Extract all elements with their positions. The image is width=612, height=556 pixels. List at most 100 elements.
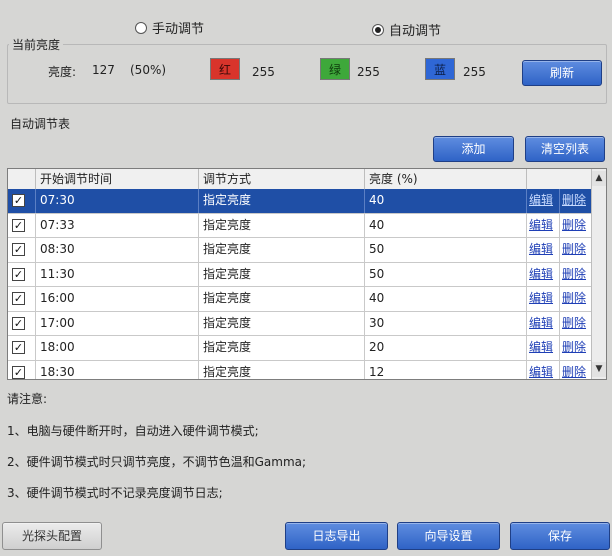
note-line-2: 2、硬件调节模式时只调节亮度，不调节色温和Gamma; <box>7 455 307 469</box>
row-delete-link[interactable]: 删除 <box>562 365 586 379</box>
row-check-cell[interactable]: ✓ <box>8 238 36 262</box>
row-check-cell[interactable]: ✓ <box>8 213 36 237</box>
row-delete-link[interactable]: 删除 <box>562 242 586 256</box>
export-log-button[interactable]: 日志导出 <box>285 522 388 550</box>
row-checkbox[interactable]: ✓ <box>12 218 25 232</box>
scroll-down-arrow-icon[interactable]: ▼ <box>592 362 606 377</box>
note-line-3: 3、硬件调节模式时不记录亮度调节日志; <box>7 486 223 500</box>
table-header: 开始调节时间 调节方式 亮度 (%) <box>8 169 592 190</box>
blue-value: 255 <box>463 65 486 79</box>
row-checkbox[interactable]: ✓ <box>12 194 25 208</box>
row-edit-link[interactable]: 编辑 <box>529 267 553 281</box>
row-edit-link[interactable]: 编辑 <box>529 291 553 305</box>
table-body: ✓ 07:30 指定亮度 40 编辑 删除 ✓ 07:33 指定亮度 40 编辑 删除 ✓ 08:30 指定… <box>8 189 592 379</box>
row-edit-link[interactable]: 编辑 <box>529 340 553 354</box>
save-button[interactable]: 保存 <box>510 522 610 550</box>
row-delete-link[interactable]: 删除 <box>562 340 586 354</box>
row-checkbox[interactable]: ✓ <box>12 243 25 257</box>
row-checkbox[interactable]: ✓ <box>12 292 25 306</box>
red-swatch: 红 <box>210 58 240 80</box>
row-edit-link[interactable]: 编辑 <box>529 316 553 330</box>
radio-indicator-selected <box>372 23 384 36</box>
header-brightness: 亮度 (%) <box>365 169 527 189</box>
row-checkbox[interactable]: ✓ <box>12 267 25 281</box>
table-row[interactable]: ✓ 17:00 指定亮度 30 编辑 删除 <box>8 311 592 336</box>
header-start-time: 开始调节时间 <box>36 169 199 189</box>
row-delete-link[interactable]: 删除 <box>562 218 586 232</box>
radio-indicator <box>135 21 147 34</box>
table-row[interactable]: ✓ 07:33 指定亮度 40 编辑 删除 <box>8 213 592 238</box>
wizard-settings-button[interactable]: 向导设置 <box>397 522 500 550</box>
refresh-button[interactable]: 刷新 <box>522 60 602 86</box>
row-edit-link[interactable]: 编辑 <box>529 193 553 207</box>
table-row[interactable]: ✓ 07:30 指定亮度 40 编辑 删除 <box>8 189 592 214</box>
row-time: 07:30 <box>36 189 199 213</box>
row-edit-link[interactable]: 编辑 <box>529 242 553 256</box>
row-check-cell[interactable]: ✓ <box>8 262 36 286</box>
green-swatch: 绿 <box>320 58 350 80</box>
current-brightness-title: 当前亮度 <box>9 36 64 53</box>
row-time: 17:00 <box>36 311 199 335</box>
auto-table-title: 自动调节表 <box>10 117 71 131</box>
row-brightness: 20 <box>365 336 527 360</box>
row-time: 07:33 <box>36 213 199 237</box>
blue-swatch: 蓝 <box>425 58 455 80</box>
table-row[interactable]: ✓ 08:30 指定亮度 50 编辑 删除 <box>8 238 592 263</box>
row-method: 指定亮度 <box>199 189 365 213</box>
auto-mode-radio[interactable]: 自动调节 <box>372 20 441 39</box>
row-method: 指定亮度 <box>199 262 365 286</box>
probe-config-button[interactable]: 光探头配置 <box>2 522 102 550</box>
row-edit-link[interactable]: 编辑 <box>529 218 553 232</box>
row-brightness: 12 <box>365 360 527 379</box>
row-brightness: 40 <box>365 189 527 213</box>
row-checkbox[interactable]: ✓ <box>12 316 25 330</box>
scroll-up-arrow-icon[interactable]: ▲ <box>592 171 606 186</box>
clear-list-button[interactable]: 清空列表 <box>525 136 605 162</box>
row-method: 指定亮度 <box>199 287 365 311</box>
row-method: 指定亮度 <box>199 238 365 262</box>
row-time: 16:00 <box>36 287 199 311</box>
row-delete-link[interactable]: 删除 <box>562 193 586 207</box>
row-check-cell[interactable]: ✓ <box>8 360 36 379</box>
note-line-1: 1、电脑与硬件断开时，自动进入硬件调节模式; <box>7 424 259 438</box>
brightness-value: 127 <box>92 63 115 77</box>
row-method: 指定亮度 <box>199 360 365 379</box>
row-brightness: 40 <box>365 213 527 237</box>
row-brightness: 30 <box>365 311 527 335</box>
brightness-percent: (50%) <box>130 63 167 77</box>
table-row[interactable]: ✓ 18:00 指定亮度 20 编辑 删除 <box>8 336 592 361</box>
table-row[interactable]: ✓ 16:00 指定亮度 40 编辑 删除 <box>8 287 592 312</box>
table-row[interactable]: ✓ 11:30 指定亮度 50 编辑 删除 <box>8 262 592 287</box>
brightness-label: 亮度: <box>48 65 77 79</box>
schedule-table: 开始调节时间 调节方式 亮度 (%) ✓ 07:30 指定亮度 40 编辑 删除 ✓ 07:3… <box>7 168 607 380</box>
header-actions <box>527 169 592 189</box>
table-scrollbar[interactable]: ▲ ▼ <box>591 169 606 379</box>
auto-mode-label: 自动调节 <box>389 24 442 39</box>
row-method: 指定亮度 <box>199 336 365 360</box>
row-checkbox[interactable]: ✓ <box>12 341 25 355</box>
manual-mode-radio[interactable]: 手动调节 <box>135 18 204 37</box>
row-check-cell[interactable]: ✓ <box>8 189 36 213</box>
row-checkbox[interactable]: ✓ <box>12 365 25 379</box>
row-time: 08:30 <box>36 238 199 262</box>
header-check-col <box>8 169 36 189</box>
row-method: 指定亮度 <box>199 311 365 335</box>
notes-title: 请注意: <box>7 392 48 406</box>
row-check-cell[interactable]: ✓ <box>8 336 36 360</box>
row-time: 11:30 <box>36 262 199 286</box>
row-brightness: 50 <box>365 238 527 262</box>
green-value: 255 <box>357 65 380 79</box>
row-brightness: 50 <box>365 262 527 286</box>
row-check-cell[interactable]: ✓ <box>8 311 36 335</box>
add-button[interactable]: 添加 <box>433 136 514 162</box>
row-check-cell[interactable]: ✓ <box>8 287 36 311</box>
row-delete-link[interactable]: 删除 <box>562 291 586 305</box>
row-edit-link[interactable]: 编辑 <box>529 365 553 379</box>
row-time: 18:00 <box>36 336 199 360</box>
row-delete-link[interactable]: 删除 <box>562 316 586 330</box>
header-method: 调节方式 <box>199 169 365 189</box>
row-brightness: 40 <box>365 287 527 311</box>
table-row[interactable]: ✓ 18:30 指定亮度 12 编辑 删除 <box>8 360 592 379</box>
row-delete-link[interactable]: 删除 <box>562 267 586 281</box>
row-method: 指定亮度 <box>199 213 365 237</box>
